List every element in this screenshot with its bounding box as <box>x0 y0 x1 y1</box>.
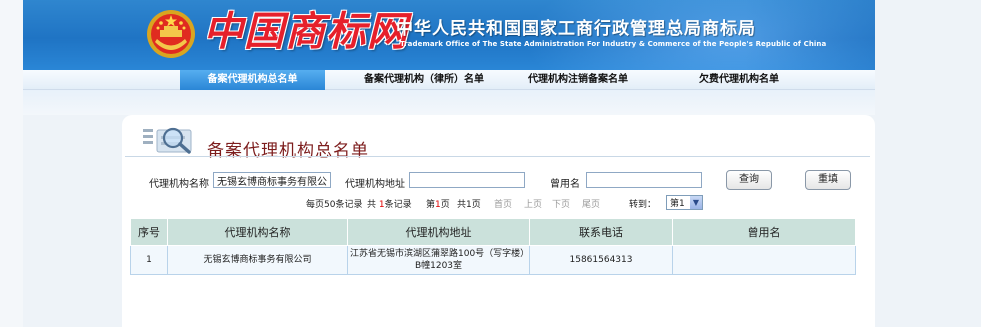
tab-arrears-agencies[interactable]: 欠费代理机构名单 <box>683 70 795 90</box>
results-table: 序号 代理机构名称 代理机构地址 联系电话 曾用名 1 无锡玄博商标事务有限公司… <box>130 218 856 275</box>
per-page-text: 每页50条记录 <box>306 200 363 210</box>
org-name-en: Trademark Office of The State Administra… <box>400 40 827 48</box>
cell-former-name <box>672 245 856 275</box>
next-page-link[interactable]: 下页 <box>552 197 570 210</box>
tab-registered-agencies[interactable]: 备案代理机构总名单 <box>180 70 325 90</box>
query-button[interactable]: 查询 <box>726 170 772 190</box>
tab-law-firm-agencies[interactable]: 备案代理机构（律所）名单 <box>345 70 503 90</box>
last-page-link[interactable]: 尾页 <box>582 197 600 210</box>
current-page-text: 第1页 <box>426 200 450 210</box>
cell-agency-address: 江苏省无锡市滨湖区蒲翠路100号（写字楼） B幢1203室 <box>347 245 530 275</box>
cell-phone: 15861564313 <box>529 245 673 275</box>
agency-name-label: 代理机构名称 <box>149 179 209 190</box>
col-header-index: 序号 <box>130 218 168 246</box>
page-left-margin <box>0 0 23 327</box>
cell-agency-name: 无锡玄博商标事务有限公司 <box>167 245 348 275</box>
agency-name-input[interactable] <box>213 172 331 188</box>
table-area <box>130 275 855 327</box>
total-records-text: 共 1条记录 <box>367 200 412 210</box>
agency-address-input[interactable] <box>409 172 525 188</box>
title-divider <box>125 156 870 157</box>
reset-button[interactable]: 重填 <box>805 170 851 190</box>
nav-underlay <box>23 90 875 115</box>
col-header-former-name: 曾用名 <box>672 218 856 246</box>
page-right-margin <box>875 0 981 327</box>
col-header-agency-name: 代理机构名称 <box>167 218 348 246</box>
table-header-row: 序号 代理机构名称 代理机构地址 联系电话 曾用名 <box>130 218 856 246</box>
former-name-label: 曾用名 <box>550 179 580 190</box>
first-page-link[interactable]: 首页 <box>494 197 512 210</box>
former-name-input[interactable] <box>586 172 702 188</box>
pagination: 每页50条记录 共 1条记录 第1页 共1页 首页 上页 下页 尾页 转到： 第… <box>306 195 706 211</box>
top-nav: 备案代理机构总名单 备案代理机构（律所）名单 代理机构注销备案名单 欠费代理机构… <box>23 70 875 90</box>
prev-page-link[interactable]: 上页 <box>524 197 542 210</box>
header-shade <box>745 0 875 70</box>
search-form: 代理机构名称 代理机构地址 曾用名 查询 重填 <box>125 170 865 192</box>
site-logo-text[interactable]: 中国商标网 <box>203 6 408 58</box>
table-row[interactable]: 1 无锡玄博商标事务有限公司 江苏省无锡市滨湖区蒲翠路100号（写字楼） B幢12… <box>130 245 856 275</box>
cell-index: 1 <box>130 245 168 275</box>
org-name-cn: 中华人民共和国国家工商行政管理总局商标局 <box>396 19 756 39</box>
agency-address-label: 代理机构地址 <box>345 179 405 190</box>
col-header-agency-address: 代理机构地址 <box>347 218 530 246</box>
page-title: 备案代理机构总名单 <box>207 141 369 161</box>
total-pages-text: 共1页 <box>457 200 481 210</box>
goto-page-select[interactable]: 第1 ▼ <box>666 195 703 210</box>
col-header-phone: 联系电话 <box>529 218 673 246</box>
chevron-down-icon: ▼ <box>690 196 702 209</box>
tab-cancelled-agencies[interactable]: 代理机构注销备案名单 <box>515 70 641 90</box>
magnifier-doc-icon <box>143 127 192 154</box>
goto-label: 转到： <box>629 200 657 210</box>
site-header: 中国商标网 中华人民共和国国家工商行政管理总局商标局 Trademark Off… <box>23 0 875 70</box>
national-emblem-icon <box>147 10 195 58</box>
